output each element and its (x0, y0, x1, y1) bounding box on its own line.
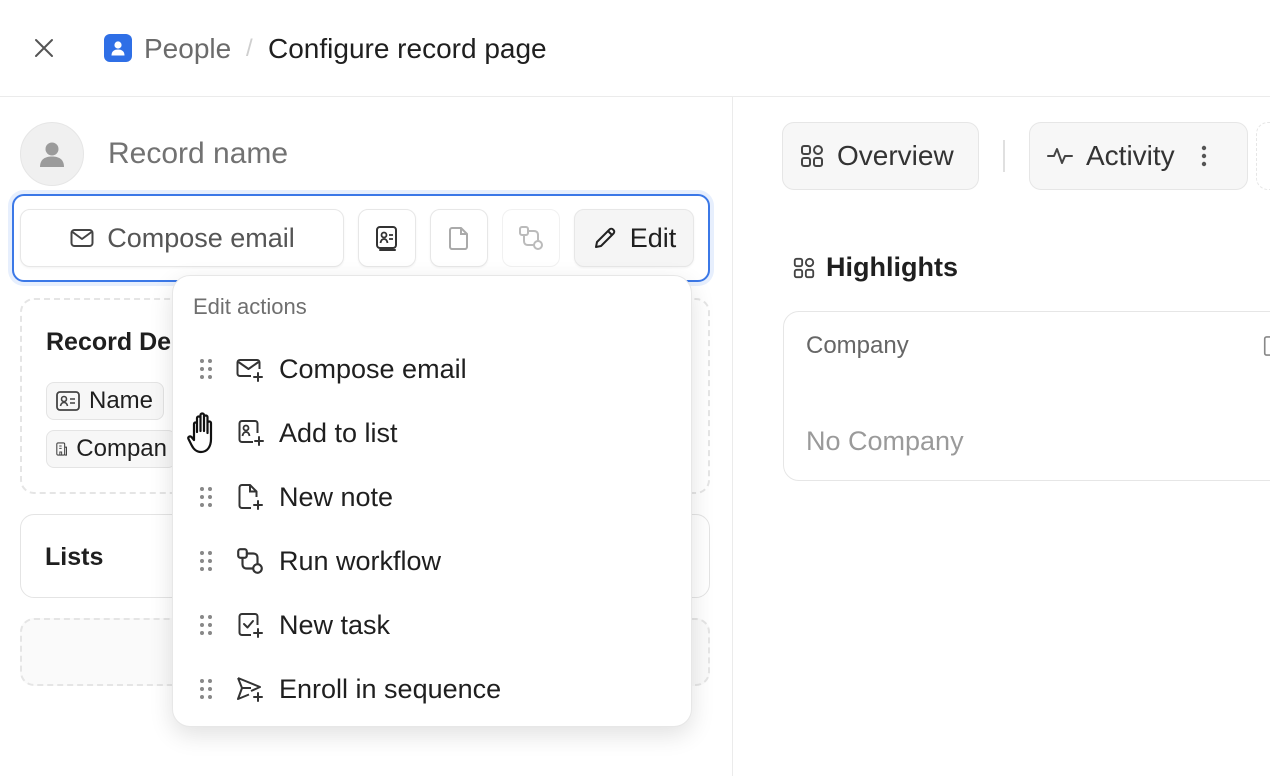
add-to-list-button[interactable] (358, 209, 416, 267)
task-plus-icon (238, 613, 263, 638)
person-placeholder-icon (40, 142, 64, 167)
add-tab-button[interactable] (1256, 122, 1270, 190)
actions-toolbar: Compose email Edit (12, 194, 710, 282)
id-card-icon (56, 391, 80, 411)
pulse-icon (1047, 148, 1073, 164)
avatar[interactable] (20, 122, 84, 186)
mail-plus-icon (236, 359, 263, 382)
hand-grab-icon (187, 412, 213, 454)
highlights-header: Highlights (792, 252, 958, 283)
list-icon (376, 226, 397, 251)
drag-handle-icon[interactable] (199, 486, 213, 508)
drag-handle-icon[interactable] (199, 678, 213, 700)
close-icon (35, 39, 53, 57)
menu-item-run-workflow[interactable]: Run workflow (173, 533, 693, 589)
field-chip-name-label: Name (89, 387, 154, 414)
company-value: No Company (806, 426, 964, 456)
field-chip-name[interactable]: Name (46, 382, 164, 420)
compose-email-button[interactable]: Compose email (20, 209, 344, 267)
drag-handle-icon[interactable] (199, 614, 213, 636)
mail-icon (70, 229, 94, 247)
tab-activity-label: Activity (1086, 140, 1175, 171)
people-app-icon (104, 34, 132, 62)
pencil-icon (594, 227, 615, 248)
menu-item-label: Enroll in sequence (279, 673, 502, 704)
close-button[interactable] (28, 32, 60, 64)
new-note-button[interactable] (430, 209, 488, 267)
company-label: Company (806, 332, 909, 359)
edit-actions-button[interactable]: Edit (574, 209, 694, 267)
panel-divider (732, 97, 733, 776)
more-vertical-icon[interactable] (1199, 143, 1209, 169)
menu-item-label: Run workflow (279, 545, 442, 576)
field-chip-company-label: Compan (76, 435, 167, 462)
breadcrumb-separator: / (246, 35, 253, 62)
tab-overview-label: Overview (837, 140, 954, 171)
lists-title: Lists (45, 543, 104, 571)
highlights-title: Highlights (826, 252, 958, 282)
company-highlight-card[interactable]: Company No Company (783, 311, 1270, 481)
list-add-icon (238, 420, 264, 446)
edit-actions-title: Edit actions (193, 294, 307, 319)
menu-item-compose-email[interactable]: Compose email (173, 341, 693, 397)
menu-item-add-to-list[interactable]: Add to list (173, 405, 693, 461)
note-icon (449, 227, 468, 250)
tab-activity[interactable]: Activity (1029, 122, 1248, 190)
building-icon (56, 442, 68, 456)
menu-item-label: New note (279, 481, 394, 512)
drag-handle-icon[interactable] (199, 550, 213, 572)
record-details-title: Record De (46, 328, 172, 356)
edit-label: Edit (629, 222, 677, 253)
drag-handle-icon[interactable] (199, 358, 213, 380)
menu-item-label: Add to list (279, 417, 398, 448)
building-icon (1263, 336, 1270, 356)
menu-item-new-note[interactable]: New note (173, 469, 693, 525)
top-bar: People / Configure record page (0, 0, 1270, 97)
compose-email-label: Compose email (107, 222, 295, 253)
highlights-grid-icon (793, 257, 815, 278)
note-plus-icon (238, 484, 263, 510)
edit-actions-menu: Edit actions Compose email Add to list N… (172, 275, 692, 727)
tab-overview[interactable]: Overview (782, 122, 979, 190)
breadcrumb-people[interactable]: People (144, 32, 231, 66)
workflow-icon (237, 548, 263, 574)
record-name[interactable]: Record name (108, 136, 288, 172)
run-workflow-button[interactable] (502, 209, 560, 267)
tab-separator (1003, 140, 1005, 172)
page-title: Configure record page (268, 33, 547, 64)
menu-item-enroll-in-sequence[interactable]: Enroll in sequence (173, 661, 693, 717)
menu-item-label: New task (279, 609, 391, 640)
person-icon (111, 41, 125, 56)
grab-cursor (186, 410, 226, 456)
field-chip-company[interactable]: Compan (46, 430, 176, 468)
grid-icon (801, 145, 823, 167)
send-plus-icon (237, 677, 263, 702)
workflow-icon (519, 226, 543, 250)
menu-item-label: Compose email (279, 353, 467, 384)
menu-item-new-task[interactable]: New task (173, 597, 693, 653)
